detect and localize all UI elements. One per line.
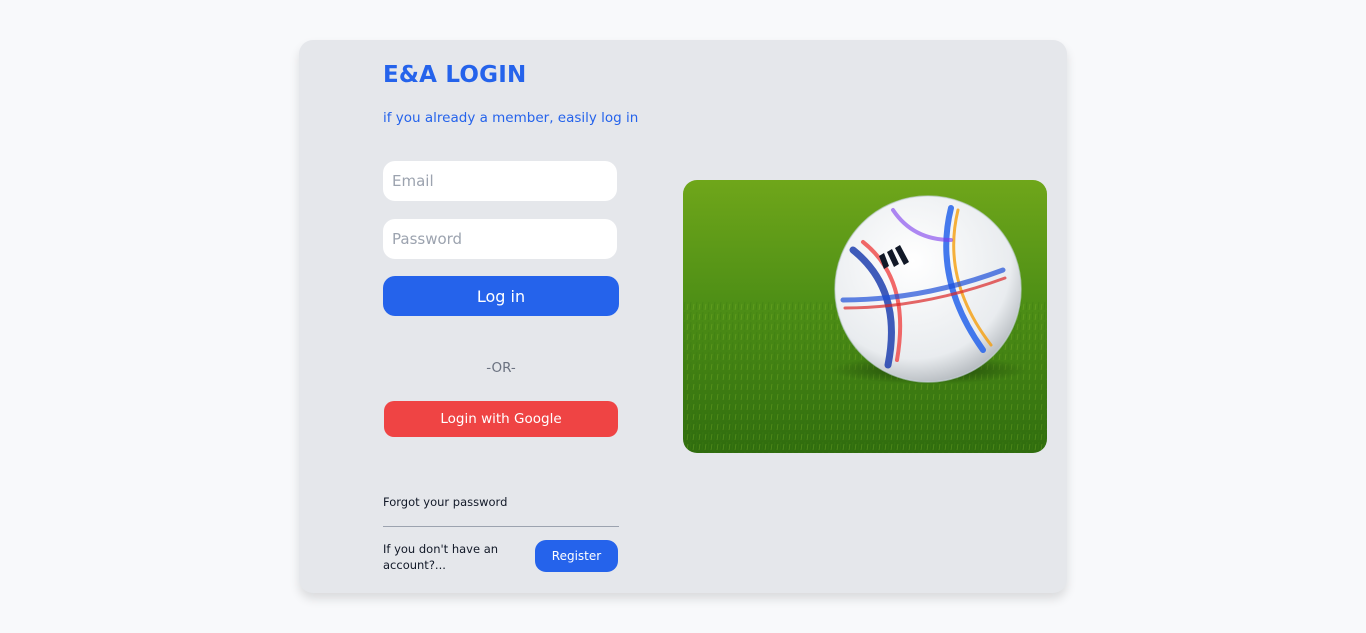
login-button[interactable]: Log in	[383, 276, 619, 316]
password-field[interactable]	[383, 219, 617, 259]
soccer-ball-image	[683, 180, 1047, 453]
forgot-password-link[interactable]: Forgot your password	[383, 495, 507, 509]
no-account-text: If you don't have an account?...	[383, 542, 499, 572]
page-title: E&A LOGIN	[383, 62, 527, 88]
google-login-button[interactable]: Login with Google	[384, 401, 618, 437]
email-field[interactable]	[383, 161, 617, 201]
register-button[interactable]: Register	[535, 540, 618, 572]
login-card: E&A LOGIN if you already a member, easil…	[299, 40, 1067, 593]
login-subtitle: if you already a member, easily log in	[383, 110, 639, 126]
soccer-ball-on-grass-photo	[683, 180, 1047, 453]
or-separator: -OR-	[486, 360, 516, 376]
divider	[383, 526, 619, 527]
